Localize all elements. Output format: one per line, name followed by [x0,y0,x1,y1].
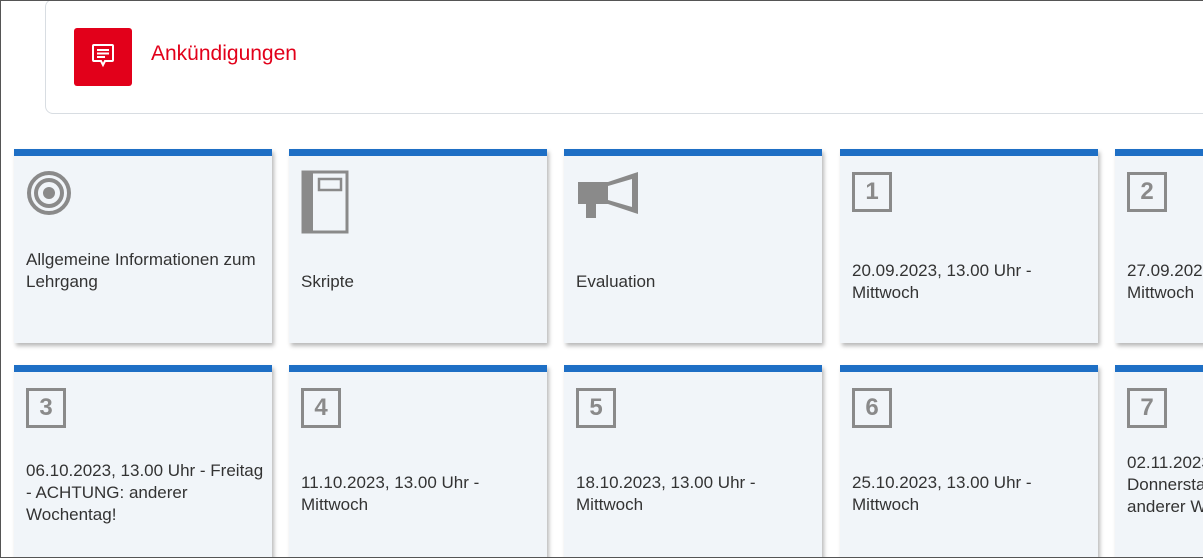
tile-label: 02.11.2023, 13.00 Uhr - Donnerstag - ACH… [1127,453,1203,516]
tile-label: Skripte [301,272,354,291]
tile-general-info[interactable]: Allgemeine Informationen zum Lehrgang [14,149,272,343]
tile-label: 25.10.2023, 13.00 Uhr - Mittwoch [852,473,1032,514]
tile-label: Allgemeine Informationen zum Lehrgang [26,250,256,291]
tile-session-2[interactable]: 2 27.09.2023, 13.00 Uhr - Mittwoch [1115,149,1203,343]
tile-skripte[interactable]: Skripte [289,149,547,343]
tile-session-5[interactable]: 5 18.10.2023, 13.00 Uhr - Mittwoch [564,365,822,557]
tile-evaluation[interactable]: Evaluation [564,149,822,343]
session-number-badge: 6 [852,388,892,428]
announcements-link[interactable]: Ankündigungen [151,42,297,66]
tile-label: Evaluation [576,272,656,291]
tile-session-1[interactable]: 1 20.09.2023, 13.00 Uhr - Mittwoch [840,149,1098,343]
tile-label: 06.10.2023, 13.00 Uhr - Freitag - ACHTUN… [26,461,264,524]
tile-session-6[interactable]: 6 25.10.2023, 13.00 Uhr - Mittwoch [840,365,1098,557]
session-number-badge: 4 [301,388,341,428]
tile-label: 20.09.2023, 13.00 Uhr - Mittwoch [852,261,1032,302]
page-frame: Ankündigungen Allgemeine Informationen z… [0,0,1203,558]
tile-session-7[interactable]: 7 02.11.2023, 13.00 Uhr - Donnerstag - A… [1115,365,1203,557]
session-number-badge: 5 [576,388,616,428]
target-icon [26,170,72,221]
tile-session-4[interactable]: 4 11.10.2023, 13.00 Uhr - Mittwoch [289,365,547,557]
tile-label: 11.10.2023, 13.00 Uhr - Mittwoch [301,473,480,514]
session-number-badge: 1 [852,172,892,212]
session-number-badge: 2 [1127,172,1167,212]
announcements-card[interactable]: Ankündigungen [45,1,1203,114]
tile-label: 18.10.2023, 13.00 Uhr - Mittwoch [576,473,756,514]
tile-session-3[interactable]: 3 06.10.2023, 13.00 Uhr - Freitag - ACHT… [14,365,272,557]
tile-label: 27.09.2023, 13.00 Uhr - Mittwoch [1127,261,1203,302]
session-number-badge: 3 [26,388,66,428]
session-number-badge: 7 [1127,388,1167,428]
notebook-icon [301,170,349,239]
megaphone-icon [576,170,646,229]
speech-bubble-icon [74,28,132,86]
